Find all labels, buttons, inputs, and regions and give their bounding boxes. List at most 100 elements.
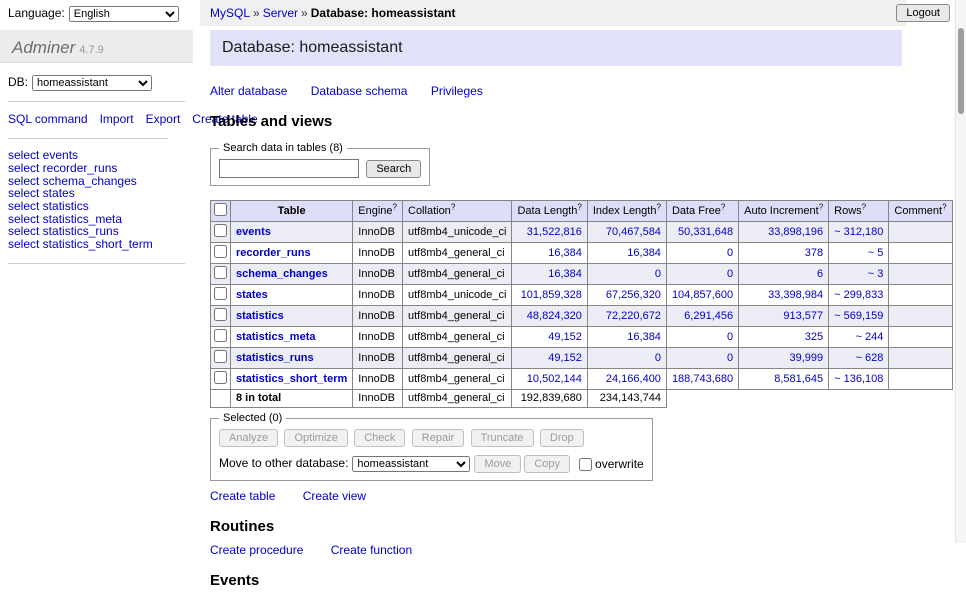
sidebar-item-select-events[interactable]: select events — [8, 149, 185, 162]
rows-count-link[interactable]: ~ 299,833 — [834, 289, 883, 301]
move-button[interactable]: Move — [474, 455, 521, 473]
auto-increment-link[interactable]: 39,999 — [790, 352, 824, 364]
drop-button[interactable]: Drop — [540, 429, 584, 447]
repair-button[interactable]: Repair — [412, 429, 464, 447]
overwrite-checkbox[interactable] — [579, 458, 592, 471]
table-name-link[interactable]: statistics — [236, 310, 284, 322]
create-procedure-link[interactable]: Create procedure — [210, 543, 303, 557]
move-db-select[interactable]: homeassistant — [352, 456, 470, 472]
auto-increment-link[interactable]: 913,577 — [783, 310, 823, 322]
data-length-link[interactable]: 10,502,144 — [527, 373, 582, 385]
check-button[interactable]: Check — [354, 429, 405, 447]
data-length-link[interactable]: 16,384 — [548, 247, 582, 259]
auto-increment-link[interactable]: 378 — [805, 247, 823, 259]
rows-count-link[interactable]: ~ 569,159 — [834, 310, 883, 322]
help-link[interactable]: ? — [862, 202, 866, 211]
data-length-link[interactable]: 16,384 — [548, 268, 582, 280]
help-link[interactable]: ? — [393, 202, 397, 211]
logout-button[interactable]: Logout — [896, 4, 950, 22]
sidebar-item-select-statistics-short-term[interactable]: select statistics_short_term — [8, 238, 185, 251]
data-free-link[interactable]: 6,291,456 — [684, 310, 733, 322]
index-length-link[interactable]: 0 — [655, 268, 661, 280]
table-name-link[interactable]: events — [236, 226, 271, 238]
row-checkbox[interactable] — [214, 350, 227, 363]
index-length-link[interactable]: 72,220,672 — [606, 310, 661, 322]
index-length-link[interactable]: 70,467,584 — [606, 226, 661, 238]
search-input[interactable] — [219, 159, 359, 178]
search-button[interactable]: Search — [366, 160, 421, 178]
row-checkbox[interactable] — [214, 371, 227, 384]
data-free-link[interactable]: 50,331,648 — [678, 226, 733, 238]
table-name-link[interactable]: recorder_runs — [236, 247, 311, 259]
help-link[interactable]: ? — [819, 202, 823, 211]
row-checkbox[interactable] — [214, 224, 227, 237]
sidebar-link-import[interactable]: Import — [100, 112, 134, 126]
row-checkbox[interactable] — [214, 329, 227, 342]
table-name-link[interactable]: statistics_short_term — [236, 373, 347, 385]
help-link[interactable]: ? — [656, 202, 660, 211]
db-select[interactable]: homeassistant — [32, 75, 152, 91]
copy-button[interactable]: Copy — [524, 455, 570, 473]
data-length-link[interactable]: 49,152 — [548, 331, 582, 343]
table-name-link[interactable]: statistics_runs — [236, 352, 314, 364]
privileges-link[interactable]: Privileges — [431, 84, 483, 98]
vertical-scrollbar[interactable] — [955, 0, 966, 543]
auto-increment-link[interactable]: 33,898,196 — [768, 226, 823, 238]
data-length-link[interactable]: 48,824,320 — [527, 310, 582, 322]
analyze-button[interactable]: Analyze — [219, 429, 278, 447]
auto-increment-link[interactable]: 8,581,645 — [774, 373, 823, 385]
scrollbar-thumb[interactable] — [958, 28, 964, 114]
auto-increment-link[interactable]: 6 — [817, 268, 823, 280]
overwrite-label[interactable]: overwrite — [595, 457, 644, 471]
truncate-button[interactable]: Truncate — [471, 429, 534, 447]
data-free-link[interactable]: 0 — [727, 352, 733, 364]
data-free-link[interactable]: 0 — [727, 268, 733, 280]
select-all-checkbox[interactable] — [214, 203, 227, 216]
optimize-button[interactable]: Optimize — [284, 429, 347, 447]
row-checkbox[interactable] — [214, 266, 227, 279]
data-length-link[interactable]: 31,522,816 — [527, 226, 582, 238]
rows-count-link[interactable]: ~ 244 — [856, 331, 884, 343]
index-length-link[interactable]: 24,166,400 — [606, 373, 661, 385]
row-checkbox[interactable] — [214, 308, 227, 321]
data-length-link[interactable]: 49,152 — [548, 352, 582, 364]
data-free-link[interactable]: 0 — [727, 331, 733, 343]
help-link[interactable]: ? — [577, 202, 581, 211]
table-name-link[interactable]: states — [236, 289, 268, 301]
breadcrumb-link-mysql[interactable]: MySQL — [210, 6, 250, 20]
data-free-link[interactable]: 0 — [727, 247, 733, 259]
index-length-link[interactable]: 67,256,320 — [606, 289, 661, 301]
data-length-link[interactable]: 101,859,328 — [521, 289, 582, 301]
row-checkbox[interactable] — [214, 287, 227, 300]
language-select[interactable]: English — [69, 6, 179, 22]
sidebar-link-sql-command[interactable]: SQL command — [8, 112, 88, 126]
adminer-logo[interactable]: Adminer — [12, 38, 75, 57]
help-link[interactable]: ? — [451, 202, 455, 211]
rows-count-link[interactable]: ~ 628 — [856, 352, 884, 364]
rows-count-link[interactable]: ~ 3 — [868, 268, 884, 280]
row-checkbox[interactable] — [214, 245, 227, 258]
index-length-link[interactable]: 16,384 — [627, 331, 661, 343]
rows-count-link[interactable]: ~ 136,108 — [834, 373, 883, 385]
breadcrumb-link-server[interactable]: Server — [263, 6, 298, 20]
data-free-link[interactable]: 104,857,600 — [672, 289, 733, 301]
auto-increment-link[interactable]: 325 — [805, 331, 823, 343]
data-free-link[interactable]: 188,743,680 — [672, 373, 733, 385]
help-link[interactable]: ? — [721, 202, 725, 211]
table-name-link[interactable]: schema_changes — [236, 268, 328, 280]
index-length-link[interactable]: 0 — [655, 352, 661, 364]
alter-database-link[interactable]: Alter database — [210, 84, 287, 98]
rows-count-link[interactable]: ~ 312,180 — [834, 226, 883, 238]
create-table-link[interactable]: Create table — [210, 489, 275, 503]
database-schema-link[interactable]: Database schema — [311, 84, 408, 98]
sidebar-link-export[interactable]: Export — [146, 112, 181, 126]
index-length-link[interactable]: 16,384 — [627, 247, 661, 259]
sidebar-item-select-recorder-runs[interactable]: select recorder_runs — [8, 162, 185, 175]
auto-increment-link[interactable]: 33,398,984 — [768, 289, 823, 301]
table-name-link[interactable]: statistics_meta — [236, 331, 316, 343]
create-function-link[interactable]: Create function — [331, 543, 412, 557]
help-link[interactable]: ? — [942, 202, 946, 211]
sidebar-item-select-statistics[interactable]: select statistics — [8, 200, 185, 213]
rows-count-link[interactable]: ~ 5 — [868, 247, 884, 259]
create-view-link[interactable]: Create view — [303, 489, 366, 503]
